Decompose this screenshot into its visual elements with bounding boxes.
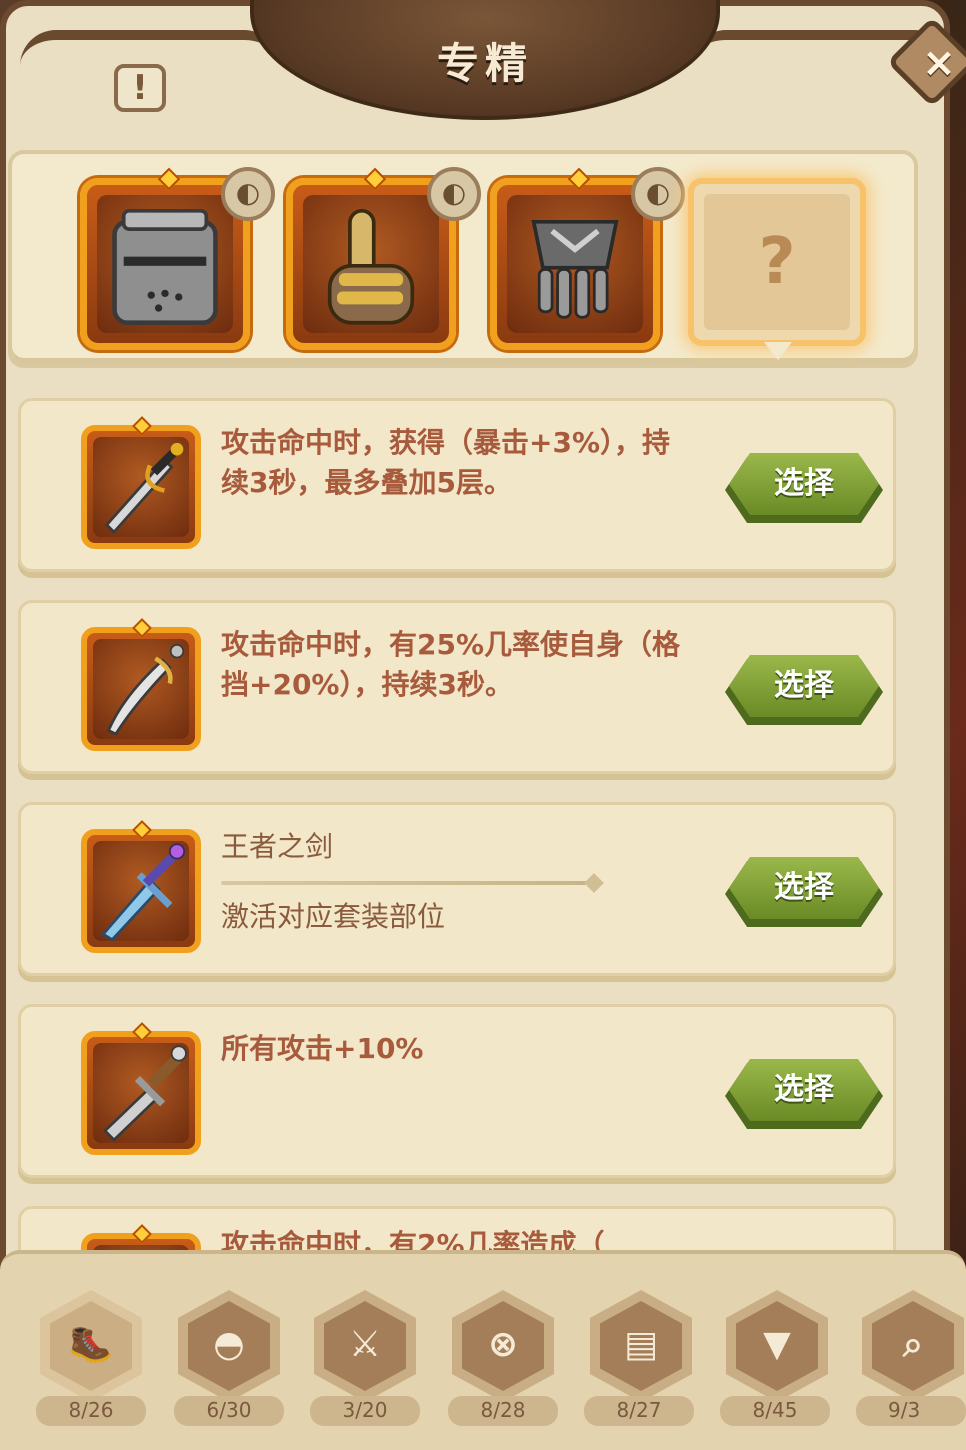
tab-count: 3/20 (342, 1398, 388, 1422)
tab-count: 8/28 (480, 1398, 526, 1422)
specialization-card: 攻击命中时，有25%几率使自身（格挡+20%），持续3秒。 选择 (18, 600, 896, 774)
tab-count: 8/45 (752, 1398, 798, 1422)
drumstick-icon: ◓ (213, 1324, 245, 1365)
tab-boot[interactable]: 🥾 (40, 1290, 142, 1402)
slot-lock-badge[interactable]: ◐ (427, 167, 481, 221)
equipment-slot-gesture[interactable]: ◐ (286, 167, 481, 350)
tab-magnifier[interactable]: ⌕ (862, 1290, 964, 1402)
info-button[interactable]: ! (114, 64, 166, 112)
magnifier-icon: ⌕ (902, 1324, 924, 1365)
tab-cross-shield[interactable]: ⊗ (452, 1290, 554, 1402)
tab-count: 9/3 (888, 1398, 921, 1422)
specialization-card: 王者之剑 激活对应套装部位 选择 (18, 802, 896, 976)
select-button[interactable]: 选择 (729, 857, 879, 919)
tab-armor[interactable]: ▼ (726, 1290, 828, 1402)
kings-sword-icon (81, 820, 201, 953)
tab-count: 6/30 (206, 1398, 252, 1422)
tab-sword[interactable]: ⚔ (314, 1290, 416, 1402)
short-sword-icon (81, 416, 201, 549)
specialization-card: 攻击命中时，获得（暴击+3%），持续3秒，最多叠加5层。 选择 (18, 398, 896, 572)
unknown-icon: ? (704, 194, 850, 330)
divider (221, 881, 591, 885)
broad-sword-icon (81, 1022, 201, 1155)
card-description: 所有攻击+10% (221, 1032, 424, 1065)
cross-shield-icon: ⊗ (487, 1324, 519, 1365)
tab-book[interactable]: ▤ (590, 1290, 692, 1402)
card-subtitle: 激活对应套装部位 (221, 900, 446, 933)
card-description: 攻击命中时，有25%几率使自身（格挡+20%），持续3秒。 (221, 628, 681, 701)
tab-drumstick[interactable]: ◓ (178, 1290, 280, 1402)
equipment-slot-helmet[interactable]: ◐ (80, 167, 275, 350)
specialization-card: 所有攻击+10% 选择 (18, 1004, 896, 1178)
book-icon: ▤ (623, 1324, 658, 1365)
select-button[interactable]: 选择 (729, 655, 879, 717)
gauntlet-icon (531, 219, 619, 319)
tab-count: 8/27 (616, 1398, 662, 1422)
close-icon[interactable]: × (912, 36, 966, 90)
equipment-slot-gauntlet[interactable]: ◐ (490, 167, 685, 350)
helmet-icon (112, 208, 218, 326)
sword-icon: ⚔ (348, 1324, 382, 1365)
slot-lock-badge[interactable]: ◐ (221, 167, 275, 221)
saber-icon (81, 618, 201, 751)
tab-count: 8/26 (68, 1398, 114, 1422)
select-button[interactable]: 选择 (729, 453, 879, 515)
card-title: 王者之剑 (221, 830, 334, 863)
card-description: 攻击命中时，获得（暴击+3%），持续3秒，最多叠加5层。 (221, 426, 670, 499)
equipment-slot-empty[interactable]: ? (688, 178, 866, 346)
boot-icon: 🥾 (68, 1324, 114, 1365)
page-title: 专精 (436, 39, 533, 88)
armor-icon: ▼ (763, 1324, 791, 1365)
banner-ornament-left (20, 30, 280, 66)
select-button[interactable]: 选择 (729, 1059, 879, 1121)
slot-lock-badge[interactable]: ◐ (631, 167, 685, 221)
finger-gesture-icon (327, 208, 415, 325)
